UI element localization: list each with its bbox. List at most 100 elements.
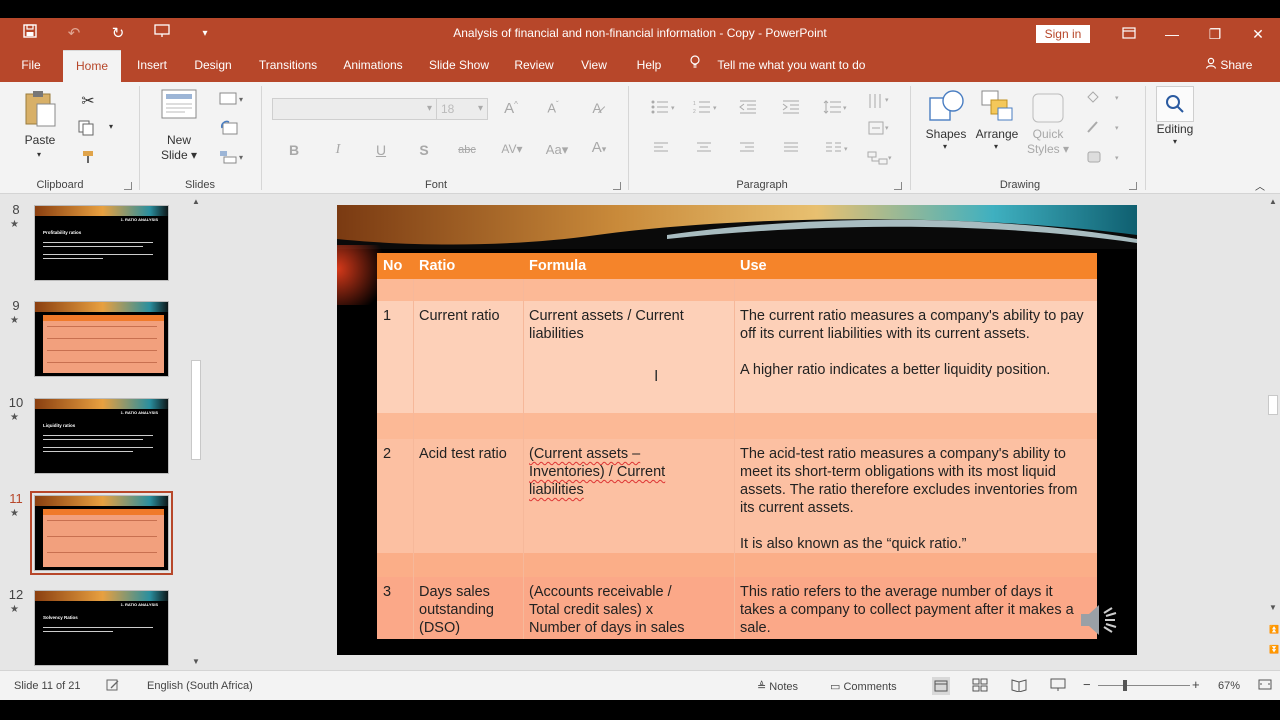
copy-icon[interactable] [77, 120, 97, 139]
font-launcher-icon[interactable] [613, 182, 621, 190]
layout-icon[interactable]: ▾ [218, 92, 246, 109]
align-center-icon[interactable] [695, 142, 713, 157]
decrease-font-icon[interactable]: Aˇ [544, 100, 562, 115]
tab-help[interactable]: Help [630, 50, 668, 82]
spell-check-icon[interactable] [106, 678, 120, 695]
new-slide-label-1[interactable]: New [156, 133, 202, 147]
slide-counter[interactable]: Slide 11 of 21 [14, 680, 80, 692]
undo-icon[interactable]: ↶ [63, 24, 85, 44]
paste-label[interactable]: Paste [18, 133, 62, 147]
normal-view-icon[interactable] [932, 677, 950, 695]
zoom-level[interactable]: 67% [1218, 680, 1240, 692]
slide-vertical-scrollbar[interactable]: ▲ ▼ ⏫ ⏬ [1266, 195, 1280, 670]
align-left-icon[interactable] [652, 142, 670, 157]
shape-effects-icon[interactable]: ▾ [1084, 150, 1124, 167]
tab-review[interactable]: Review [510, 50, 558, 82]
ribbon-display-options-icon[interactable] [1114, 22, 1144, 46]
thumbnails-scrollbar[interactable]: ▲ ▼ [190, 195, 202, 670]
quick-styles-label-2[interactable]: Styles ▾ [1026, 142, 1070, 156]
paste-icon[interactable] [22, 88, 60, 132]
character-spacing-button[interactable]: AV▾ [498, 142, 526, 156]
paragraph-launcher-icon[interactable] [894, 182, 902, 190]
bold-button[interactable]: B [286, 142, 302, 158]
format-painter-icon[interactable] [79, 150, 99, 167]
increase-font-icon[interactable]: A^ [502, 100, 520, 117]
sign-in-button[interactable]: Sign in [1036, 25, 1090, 43]
section-icon[interactable]: ▾ [218, 150, 246, 167]
zoom-in-icon[interactable]: + [1192, 677, 1200, 692]
align-right-icon[interactable] [738, 142, 756, 157]
slide-canvas[interactable]: No Ratio Formula Use 1 Current ratio Cur… [337, 205, 1137, 655]
shapes-dropdown-icon[interactable]: ▾ [940, 142, 950, 151]
slide-sorter-icon[interactable] [972, 678, 988, 695]
editing-dropdown-icon[interactable]: ▾ [1170, 137, 1180, 146]
scroll-up-icon[interactable]: ▲ [1269, 197, 1277, 206]
italic-button[interactable]: I [330, 142, 346, 158]
redo-repeat-icon[interactable]: ↻ [107, 24, 129, 44]
slide-thumbnail[interactable] [34, 301, 169, 377]
save-icon[interactable] [19, 24, 41, 44]
new-slide-label-2[interactable]: Slide ▾ [156, 148, 202, 162]
fit-slide-icon[interactable] [1258, 677, 1272, 694]
present-from-start-icon[interactable] [151, 24, 173, 44]
minimize-icon[interactable]: — [1157, 22, 1187, 46]
editing-search-icon[interactable] [1156, 86, 1194, 122]
decrease-indent-icon[interactable] [738, 100, 758, 117]
quick-styles-label-1[interactable]: Quick [1026, 127, 1070, 141]
tab-file[interactable]: File [12, 50, 50, 82]
justify-icon[interactable] [782, 142, 800, 157]
thumbnails-scroll-thumb[interactable] [191, 360, 201, 460]
paste-dropdown-icon[interactable]: ▾ [34, 150, 44, 159]
arrange-dropdown-icon[interactable]: ▾ [991, 142, 1001, 151]
slide-thumbnail[interactable]: 1. RATIO ANALYSIS Solvency Ratios [34, 590, 169, 666]
text-direction-icon[interactable]: ▾ [866, 92, 894, 113]
clear-formatting-icon[interactable]: A̷ [588, 100, 606, 116]
tab-home[interactable]: Home [63, 50, 121, 82]
zoom-slider[interactable] [1098, 680, 1190, 691]
tab-view[interactable]: View [576, 50, 612, 82]
slide-thumbnail-active[interactable] [30, 491, 173, 575]
scroll-down-icon[interactable]: ▼ [1269, 603, 1277, 612]
increase-indent-icon[interactable] [781, 100, 801, 117]
reading-view-icon[interactable] [1011, 678, 1027, 695]
shape-outline-icon[interactable]: ▾ [1084, 120, 1124, 137]
next-slide-icon[interactable]: ⏬ [1269, 645, 1279, 654]
smartart-icon[interactable]: ▾ [866, 150, 894, 169]
tell-me-search[interactable]: Tell me what you want to do [690, 50, 865, 82]
shape-fill-icon[interactable]: ▾ [1084, 90, 1124, 107]
font-name-combo[interactable]: ▾ [272, 98, 437, 120]
editing-label[interactable]: Editing [1150, 122, 1200, 136]
tab-design[interactable]: Design [188, 50, 238, 82]
tab-animations[interactable]: Animations [338, 50, 408, 82]
quick-styles-icon[interactable] [1030, 90, 1066, 128]
strikethrough-button[interactable]: abc [456, 144, 478, 156]
customize-qat-icon[interactable]: ▾ [194, 24, 216, 44]
font-color-button[interactable]: A▾ [585, 139, 613, 156]
shapes-icon[interactable] [926, 88, 966, 128]
zoom-slider-thumb[interactable] [1123, 680, 1127, 691]
columns-icon[interactable]: ▾ [824, 142, 852, 157]
change-case-button[interactable]: Aa▾ [543, 142, 571, 158]
clipboard-launcher-icon[interactable] [124, 182, 132, 190]
slide-thumbnail[interactable]: 1. RATIO ANALYSIS Profitability ratios [34, 205, 169, 281]
numbering-icon[interactable]: 1 2 ▾ [692, 100, 720, 117]
audio-speaker-icon[interactable] [1077, 600, 1121, 640]
previous-slide-icon[interactable]: ⏫ [1269, 625, 1279, 634]
line-spacing-icon[interactable]: ▾ [822, 100, 850, 117]
close-icon[interactable]: ✕ [1243, 22, 1273, 46]
slide-scroll-thumb[interactable] [1268, 395, 1278, 415]
align-text-icon[interactable]: ▾ [866, 120, 894, 139]
text-shadow-button[interactable]: S [416, 142, 432, 158]
font-size-combo[interactable]: 18 ▾ [436, 98, 488, 120]
arrange-label[interactable]: Arrange [972, 127, 1022, 141]
share-button[interactable]: Share [1205, 50, 1252, 82]
language-indicator[interactable]: English (South Africa) [147, 680, 253, 692]
copy-dropdown-icon[interactable]: ▾ [106, 122, 116, 131]
cut-icon[interactable]: ✂ [79, 91, 97, 111]
tab-insert[interactable]: Insert [130, 50, 174, 82]
scroll-down-icon[interactable]: ▼ [192, 657, 200, 666]
arrange-icon[interactable] [978, 88, 1016, 128]
tab-transitions[interactable]: Transitions [254, 50, 322, 82]
shapes-label[interactable]: Shapes [922, 127, 970, 141]
reset-slide-icon[interactable] [218, 120, 240, 139]
